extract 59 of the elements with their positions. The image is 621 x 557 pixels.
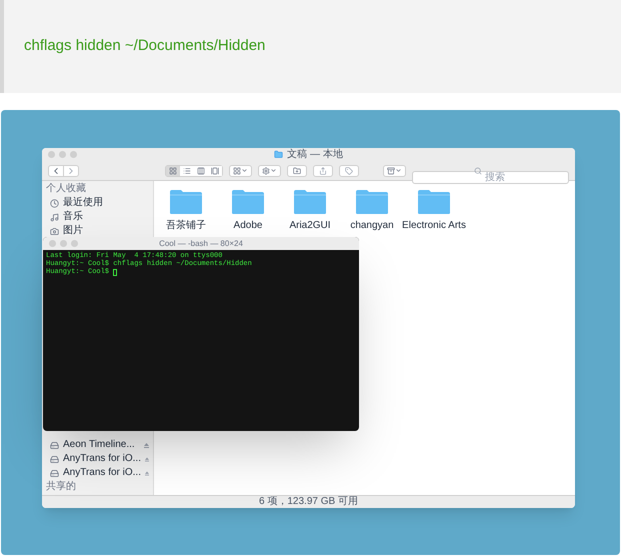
sidebar-item[interactable]: 音乐 [46,210,153,224]
share-button[interactable] [313,164,333,176]
sidebar-item[interactable]: 图片 [46,224,153,238]
code-text: chflags hidden ~/Documents/Hidden [24,36,266,56]
view-mode-icon [183,166,191,174]
search-field[interactable]: 搜索 [412,171,569,184]
view-mode-icon [197,166,205,174]
eject-icon[interactable] [144,470,149,476]
new-folder-button[interactable] [287,164,307,176]
close-icon[interactable] [49,240,56,247]
caret-icon [395,167,402,174]
sidebar-item[interactable]: AnyTrans for iO... [46,466,153,480]
settings-button[interactable] [258,164,281,176]
view-mode-icon [169,166,177,174]
view-mode-button[interactable] [166,166,180,176]
eject-icon[interactable] [144,442,149,448]
share-icon [319,166,327,174]
folder-name[interactable]: 吾茶铺子 [166,221,206,231]
caret-icon [270,167,277,174]
folder-name[interactable]: Aria2GUI [289,221,331,231]
folder-icon[interactable] [293,189,327,215]
grid-icon [233,166,241,174]
camera-icon [50,226,59,236]
eject-icon[interactable] [144,456,149,462]
folder-icon[interactable] [355,189,389,215]
folder-name[interactable]: changyan [350,221,394,231]
sidebar-item[interactable]: Aeon Timeline... [46,438,153,452]
clock-icon [50,198,59,208]
folder-name[interactable]: Electronic Arts [402,221,466,231]
cursor-icon [113,268,118,276]
zoom-icon[interactable] [71,240,78,247]
sidebar-item[interactable]: AnyTrans for iO... [46,452,153,466]
box-menu-button[interactable] [383,164,406,176]
sidebar-item[interactable]: 最近使用 [46,196,153,210]
settings-icon [262,166,270,174]
search-icon [474,166,482,174]
folder-icon[interactable] [417,189,451,215]
box-icon [387,166,395,174]
window-title: 文稿 — 本地 [287,150,343,160]
minimize-icon[interactable] [59,151,66,158]
view-mode-button[interactable] [208,166,222,176]
sidebar-heading: 个人收藏 [46,184,87,194]
folder-icon[interactable] [231,189,265,215]
arrange-button[interactable] [229,164,252,176]
new-folder-icon [293,166,301,174]
status-text: 6 项，123.97 GB 可用 [259,497,358,507]
tag-button[interactable] [339,164,359,176]
folder-name[interactable]: Adobe [234,221,262,231]
close-icon[interactable] [48,151,55,158]
tag-icon [345,166,353,174]
folder-icon [274,150,284,159]
minimize-icon[interactable] [60,240,67,247]
view-mode-icon [211,166,219,174]
sidebar-heading: 共享的 [46,482,77,492]
caret-icon [241,167,248,174]
folder-icon[interactable] [169,189,203,215]
window-title: Cool — -bash — 80×24 [159,240,243,248]
zoom-icon[interactable] [70,151,77,158]
music-note-icon [50,212,59,222]
